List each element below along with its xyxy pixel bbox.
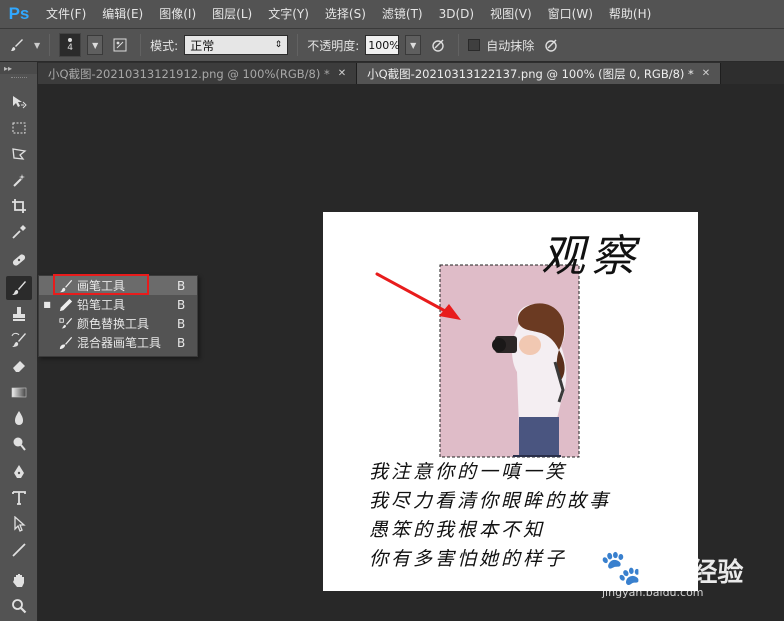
magic-wand-tool-icon[interactable] (6, 168, 32, 192)
zoom-tool-icon[interactable] (6, 594, 32, 618)
document-tab-bar: 小Q截图-20210313121912.png @ 100%(RGB/8) * … (38, 62, 784, 84)
flyout-item-shortcut: B (177, 297, 186, 312)
hand-tool-icon[interactable] (6, 568, 32, 592)
tab-document-1[interactable]: 小Q截图-20210313121912.png @ 100%(RGB/8) * … (38, 63, 358, 84)
eraser-tool-icon[interactable] (6, 354, 32, 378)
menu-bar: Ps 文件(F) 编辑(E) 图像(I) 图层(L) 文字(Y) 选择(S) 滤… (0, 0, 784, 28)
close-icon[interactable]: ✕ (702, 68, 710, 79)
opacity-label: 不透明度: (307, 38, 360, 53)
lasso-tool-icon[interactable] (6, 142, 32, 166)
brush-panel-toggle-icon[interactable] (109, 34, 131, 56)
tab-label: 小Q截图-20210313122137.png @ 100% (图层 0, RG… (367, 66, 694, 81)
brush-tool-icon[interactable] (6, 276, 32, 300)
gradient-tool-icon[interactable] (6, 380, 32, 404)
menu-edit[interactable]: 编辑(E) (94, 0, 151, 28)
document-canvas[interactable]: 观察 我注意你的一嗔一笑 我尽力看清你眼眸的故事 愚笨的我根本不知 你有多害怕她… (323, 212, 698, 591)
blur-tool-icon[interactable] (6, 406, 32, 430)
separator (49, 34, 51, 56)
flyout-item-color-replacement[interactable]: 颜色替换工具 B (39, 314, 197, 333)
select-arrows-icon: ⇕ (274, 40, 283, 50)
eyedropper-tool-icon[interactable] (6, 220, 32, 244)
crop-tool-icon[interactable] (6, 194, 32, 218)
annotation-highlight-box (53, 274, 149, 295)
separator (297, 34, 299, 56)
flyout-item-shortcut: B (177, 335, 186, 350)
flyout-item-label: 铅笔工具 (77, 298, 126, 312)
panel-collapse-icon[interactable]: ▸▸ (0, 62, 37, 74)
flyout-item-label: 混合器画笔工具 (77, 336, 162, 350)
brush-size-value: 4 (67, 42, 74, 53)
watermark-brand: Bai 经验 (636, 558, 744, 588)
line-tool-icon[interactable] (6, 538, 32, 562)
path-selection-tool-icon[interactable] (6, 512, 32, 536)
poem-line: 你有多害怕她的样子 (369, 548, 568, 570)
history-brush-tool-icon[interactable] (6, 328, 32, 352)
pressure-opacity-icon[interactable] (427, 34, 449, 56)
separator (140, 34, 142, 56)
menu-help[interactable]: 帮助(H) (601, 0, 659, 28)
selected-bullet-icon: ■ (43, 300, 51, 309)
brush-picker-caret-icon[interactable]: ▼ (87, 35, 104, 55)
flyout-item-shortcut: B (177, 278, 186, 293)
poem-line: 愚笨的我根本不知 (369, 519, 546, 541)
menu-type[interactable]: 文字(Y) (260, 0, 317, 28)
menu-layer[interactable]: 图层(L) (204, 0, 260, 28)
menu-select[interactable]: 选择(S) (317, 0, 374, 28)
mixer-brush-icon (55, 336, 77, 350)
auto-erase-checkbox[interactable] (468, 39, 481, 51)
brush-dot-icon (68, 37, 73, 42)
document-title-calligraphy: 观察 (541, 231, 641, 282)
flyout-item-pencil[interactable]: ■ 铅笔工具 B (39, 295, 197, 314)
tool-preset-caret-icon[interactable]: ▼ (34, 41, 40, 50)
panel-grip[interactable] (0, 74, 37, 82)
mode-label: 模式: (150, 38, 179, 53)
move-tool-icon[interactable] (6, 90, 32, 114)
tools-panel: ▸▸ (0, 62, 38, 621)
opacity-slider-caret-icon[interactable]: ▼ (405, 35, 422, 55)
clone-stamp-tool-icon[interactable] (6, 302, 32, 326)
menu-file[interactable]: 文件(F) (38, 0, 94, 28)
dodge-tool-icon[interactable] (6, 432, 32, 456)
type-tool-icon[interactable] (6, 486, 32, 510)
auto-erase-label: 自动抹除 (486, 38, 535, 53)
tab-label: 小Q截图-20210313121912.png @ 100%(RGB/8) * (48, 66, 330, 81)
separator (458, 34, 460, 56)
flyout-item-label: 颜色替换工具 (77, 317, 150, 331)
mode-select[interactable]: 正常 ⇕ (184, 35, 289, 55)
healing-brush-tool-icon[interactable] (6, 248, 32, 272)
menu-view[interactable]: 视图(V) (482, 0, 540, 28)
tool-preset-brush-icon[interactable] (6, 34, 28, 56)
menu-image[interactable]: 图像(I) (151, 0, 204, 28)
close-icon[interactable]: ✕ (338, 68, 346, 79)
baidu-watermark: 🐾 Bai 经验 jingyan.baidu.com (600, 548, 744, 608)
flyout-item-shortcut: B (177, 316, 186, 331)
tab-document-2[interactable]: 小Q截图-20210313122137.png @ 100% (图层 0, RG… (357, 63, 722, 84)
pencil-icon (55, 298, 77, 312)
opacity-input[interactable]: 100% (365, 35, 400, 55)
poem-line: 我尽力看清你眼眸的故事 (369, 490, 612, 512)
color-replacement-icon (55, 317, 77, 331)
pen-tool-icon[interactable] (6, 460, 32, 484)
brush-size-picker[interactable]: 4 (59, 33, 82, 57)
flyout-item-mixer-brush[interactable]: 混合器画笔工具 B (39, 333, 197, 352)
watermark-url: jingyan.baidu.com (602, 586, 704, 599)
menu-window[interactable]: 窗口(W) (540, 0, 601, 28)
pressure-size-icon[interactable] (540, 34, 562, 56)
marquee-tool-icon[interactable] (6, 116, 32, 140)
menu-filter[interactable]: 滤镜(T) (374, 0, 431, 28)
options-bar: ▼ 4 ▼ 模式: 正常 ⇕ 不透明度: 100% ▼ 自动抹除 (0, 28, 784, 62)
mode-value: 正常 (190, 38, 215, 53)
poem-line: 我注意你的一嗔一笑 (369, 461, 568, 483)
poem-text: 我注意你的一嗔一笑 我尽力看清你眼眸的故事 愚笨的我根本不知 你有多害怕她的样子 (369, 458, 611, 574)
menu-3d[interactable]: 3D(D) (431, 0, 482, 28)
app-logo: Ps (8, 4, 30, 23)
